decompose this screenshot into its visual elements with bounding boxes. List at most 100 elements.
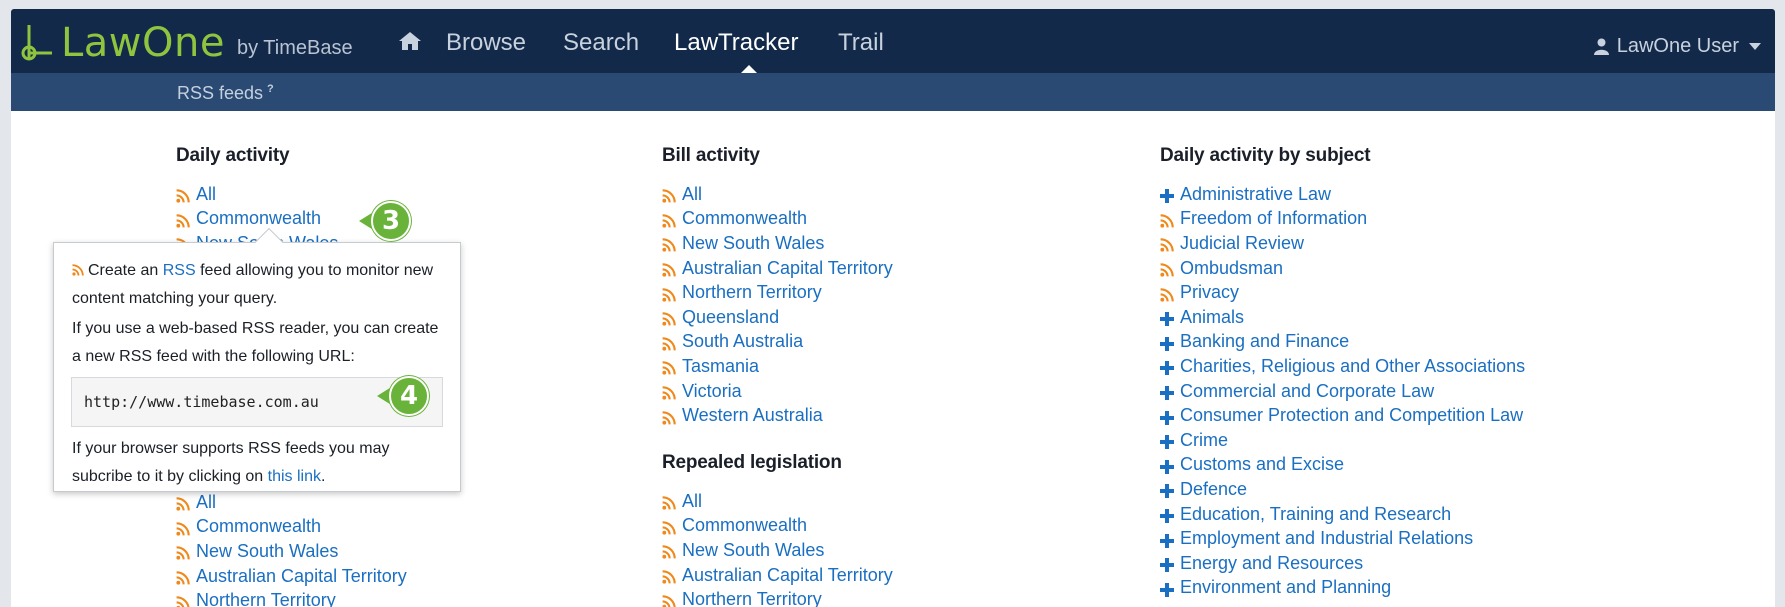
- feed-link[interactable]: Australian Capital Territory: [662, 563, 893, 588]
- rss-icon: [662, 310, 676, 326]
- column-activity-by-subject: Daily activity by subject Administrative…: [1160, 145, 1525, 600]
- subject-expand-link[interactable]: Crime: [1160, 428, 1525, 453]
- page-title: RSS feeds?: [177, 83, 274, 104]
- feed-link[interactable]: Victoria: [662, 379, 893, 404]
- user-menu[interactable]: LawOne User: [1593, 35, 1761, 58]
- nav-browse[interactable]: Browse: [446, 31, 526, 55]
- feed-label: Northern Territory: [682, 282, 822, 303]
- feed-link[interactable]: Commonwealth: [662, 514, 893, 539]
- feed-label: Freedom of Information: [1180, 208, 1368, 229]
- feed-label: Australian Capital Territory: [682, 257, 893, 278]
- rss-url-text: http://www.timebase.com.au: [84, 393, 319, 411]
- logo[interactable]: LawOne by TimeBase: [19, 19, 353, 63]
- subject-expand-link[interactable]: Customs and Excise: [1160, 453, 1525, 478]
- feed-link[interactable]: Northern Territory: [176, 588, 407, 607]
- feed-label: New South Wales: [682, 539, 825, 560]
- feed-link[interactable]: Northern Territory: [662, 587, 893, 607]
- feed-link[interactable]: All: [176, 182, 338, 207]
- feed-link[interactable]: Australian Capital Territory: [176, 564, 407, 589]
- feed-label: Commonwealth: [196, 208, 322, 229]
- subject-expand-link[interactable]: Education, Training and Research: [1160, 502, 1525, 527]
- feed-link[interactable]: Northern Territory: [662, 280, 893, 305]
- subject-expand-link[interactable]: Banking and Finance: [1160, 330, 1525, 355]
- subject-expand-link[interactable]: Administrative Law: [1160, 182, 1525, 207]
- feed-link[interactable]: New South Wales: [662, 231, 893, 256]
- subject-label: Banking and Finance: [1180, 331, 1350, 352]
- help-icon[interactable]: ?: [267, 83, 274, 95]
- subject-expand-link[interactable]: Energy and Resources: [1160, 551, 1525, 576]
- plus-icon: [1160, 335, 1174, 351]
- feed-link[interactable]: Western Australia: [662, 403, 893, 428]
- feed-link[interactable]: Judicial Review: [1160, 231, 1525, 256]
- plus-icon: [1160, 359, 1174, 376]
- feed-label: Commonwealth: [682, 208, 808, 229]
- subject-label: Environment and Planning: [1180, 577, 1392, 598]
- feed-label: Judicial Review: [1180, 232, 1305, 253]
- subject-expand-link[interactable]: Consumer Protection and Competition Law: [1160, 403, 1525, 428]
- feed-link[interactable]: Australian Capital Territory: [662, 256, 893, 281]
- rss-icon: [662, 384, 676, 400]
- home-icon[interactable]: [398, 31, 422, 51]
- nav-lawtracker[interactable]: LawTracker: [674, 31, 798, 55]
- feed-label: Australian Capital Territory: [682, 564, 893, 585]
- subject-expand-link[interactable]: Employment and Industrial Relations: [1160, 526, 1525, 551]
- rss-icon: [1160, 261, 1174, 277]
- rss-icon: [662, 519, 676, 535]
- feed-label: New South Wales: [682, 232, 825, 253]
- feed-label: Queensland: [682, 306, 780, 327]
- column-bill-activity: Bill activity All Commonwealth New South…: [662, 145, 893, 428]
- feed-link[interactable]: Commonwealth: [176, 207, 338, 232]
- subject-expand-link[interactable]: Animals: [1160, 305, 1525, 330]
- section-title: Daily activity by subject: [1160, 145, 1371, 166]
- feed-link[interactable]: All: [662, 489, 893, 514]
- feed-link[interactable]: All: [662, 182, 893, 207]
- feed-link[interactable]: All: [176, 490, 407, 515]
- feed-link[interactable]: South Australia: [662, 330, 893, 355]
- feed-link[interactable]: Ombudsman: [1160, 256, 1525, 281]
- lawone-mark-icon: [21, 25, 52, 61]
- feed-link[interactable]: New South Wales: [662, 538, 893, 563]
- section-title: Bill activity: [662, 145, 760, 166]
- plus-icon: [1160, 482, 1174, 499]
- feed-label: Northern Territory: [682, 589, 822, 607]
- subscribe-link[interactable]: this link: [268, 468, 321, 485]
- rss-icon: [176, 495, 190, 511]
- feed-link[interactable]: New South Wales: [176, 539, 407, 564]
- rss-icon: [662, 543, 676, 560]
- feed-link[interactable]: Privacy: [1160, 280, 1525, 305]
- callout-number: 4: [389, 376, 429, 416]
- feed-link[interactable]: Freedom of Information: [1160, 207, 1525, 232]
- subject-label: Education, Training and Research: [1180, 503, 1452, 524]
- subject-expand-link[interactable]: Commercial and Corporate Law: [1160, 379, 1525, 404]
- nav-search[interactable]: Search: [563, 31, 639, 55]
- plus-icon: [1160, 187, 1174, 204]
- rss-link[interactable]: RSS: [163, 262, 196, 279]
- subject-label: Employment and Industrial Relations: [1180, 528, 1474, 549]
- feed-link[interactable]: Commonwealth: [176, 515, 407, 540]
- plus-icon: [1160, 458, 1174, 474]
- rss-icon: [176, 212, 190, 228]
- rss-icon: [662, 261, 676, 277]
- subject-expand-link[interactable]: Environment and Planning: [1160, 576, 1525, 601]
- feed-label: Western Australia: [682, 405, 823, 426]
- chevron-down-icon: [1749, 43, 1761, 50]
- rss-icon: [1160, 286, 1174, 302]
- rss-icon: [176, 187, 190, 203]
- rss-icon: [176, 520, 190, 536]
- sub-navbar: RSS feeds?: [11, 73, 1775, 111]
- rss-icon: [662, 236, 676, 253]
- nav-trail[interactable]: Trail: [838, 31, 884, 55]
- plus-icon: [1160, 409, 1174, 425]
- rss-icon: [662, 593, 676, 607]
- callout-badge-3: 3: [359, 201, 411, 241]
- subject-expand-link[interactable]: Charities, Religious and Other Associati…: [1160, 354, 1525, 379]
- active-nav-indicator: [741, 65, 757, 73]
- plus-icon: [1160, 310, 1174, 327]
- subject-label: Charities, Religious and Other Associati…: [1180, 355, 1526, 376]
- feed-link[interactable]: Commonwealth: [662, 207, 893, 232]
- feed-link[interactable]: Queensland: [662, 305, 893, 330]
- subject-expand-link[interactable]: Defence: [1160, 477, 1525, 502]
- feed-link[interactable]: Tasmania: [662, 354, 893, 379]
- rss-icon: [662, 335, 676, 351]
- plus-icon: [1160, 532, 1174, 548]
